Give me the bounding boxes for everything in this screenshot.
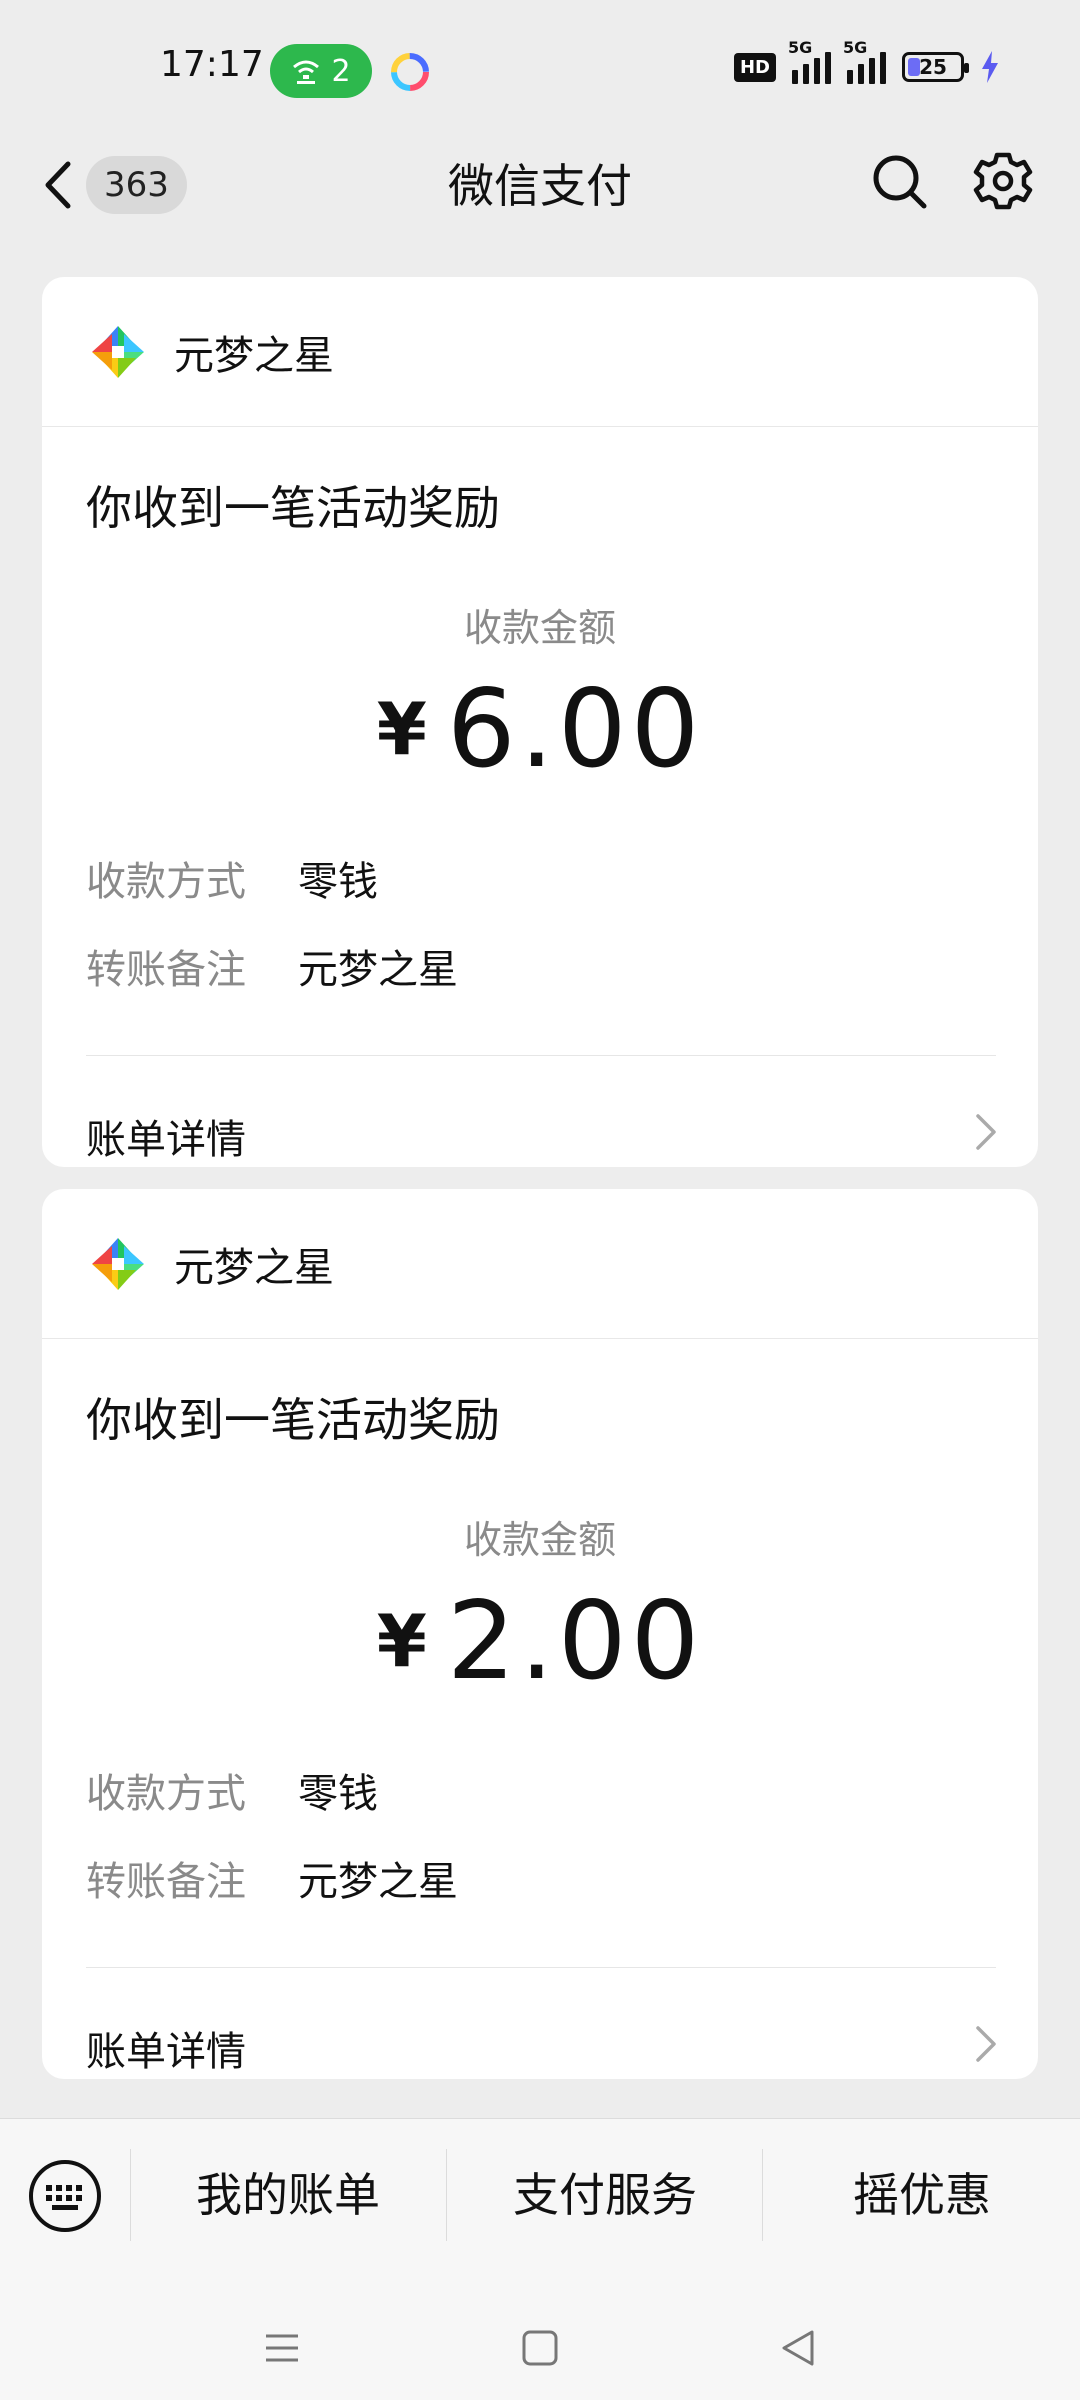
hd-badge: HD bbox=[733, 52, 776, 82]
menu-icon[interactable] bbox=[262, 2328, 302, 2368]
bottom-menu: 我的账单 支付服务 摇优惠 bbox=[0, 2118, 1080, 2278]
transfer-note-row: 转账备注 元梦之星 bbox=[86, 1849, 458, 1907]
payment-method-row: 收款方式 零钱 bbox=[86, 1761, 378, 1819]
payment-card[interactable]: 元梦之星 你收到一笔活动奖励 收款金额 ¥2.00 收款方式 零钱 转账备注 元梦之… bbox=[42, 1189, 1038, 2079]
amount: ¥6.00 bbox=[42, 667, 1038, 792]
battery-level: 25 bbox=[919, 55, 947, 79]
home-icon[interactable] bbox=[520, 2328, 560, 2368]
back-icon[interactable] bbox=[778, 2328, 818, 2368]
card-header: 元梦之星 bbox=[42, 277, 1038, 427]
charging-icon bbox=[982, 51, 998, 83]
status-right-group: HD 5G 5G 25 bbox=[733, 38, 1000, 84]
card-header: 元梦之星 bbox=[42, 1189, 1038, 1339]
amount-value: 2.00 bbox=[446, 1579, 704, 1704]
wifi-icon bbox=[293, 60, 320, 84]
payment-card[interactable]: 元梦之星 你收到一笔活动奖励 收款金额 ¥6.00 收款方式 零钱 转账备注 元梦之… bbox=[42, 277, 1038, 1167]
note-value: 元梦之星 bbox=[298, 947, 458, 993]
amount-value: 6.00 bbox=[446, 667, 704, 792]
note-value: 元梦之星 bbox=[298, 1859, 458, 1905]
amount-label: 收款金额 bbox=[463, 1518, 616, 1562]
gear-icon[interactable] bbox=[970, 148, 1036, 214]
note-label: 转账备注 bbox=[86, 947, 246, 993]
merchant-name: 元梦之星 bbox=[174, 332, 334, 379]
signal-icon: 5G bbox=[843, 38, 886, 84]
wifi-count: 2 bbox=[331, 53, 351, 89]
transfer-note-row: 转账备注 元梦之星 bbox=[86, 937, 458, 995]
method-label: 收款方式 bbox=[86, 1771, 246, 1817]
card-title: 你收到一笔活动奖励 bbox=[86, 1393, 500, 1447]
method-label: 收款方式 bbox=[86, 859, 246, 905]
search-icon[interactable] bbox=[868, 150, 932, 214]
chevron-right-icon[interactable] bbox=[974, 1112, 998, 1152]
nav-bar: 363 微信支付 bbox=[0, 130, 1080, 245]
signal-tag: 5G bbox=[788, 38, 813, 57]
method-value: 零钱 bbox=[298, 859, 378, 905]
signal-tag: 5G bbox=[843, 38, 868, 57]
status-bar: 17:17 2 HD 5G 5G 25 bbox=[0, 0, 1080, 130]
merchant-name: 元梦之星 bbox=[174, 1244, 334, 1291]
system-nav-bar bbox=[0, 2278, 1080, 2400]
card-title: 你收到一笔活动奖励 bbox=[86, 481, 500, 535]
merchant-logo-icon bbox=[92, 325, 144, 378]
currency-symbol: ¥ bbox=[376, 1599, 427, 1683]
app-notification-icon bbox=[391, 53, 429, 91]
payment-method-row: 收款方式 零钱 bbox=[86, 849, 378, 907]
note-label: 转账备注 bbox=[86, 1859, 246, 1905]
wifi-hotspot-pill[interactable]: 2 bbox=[270, 44, 372, 98]
menu-separator bbox=[446, 2149, 447, 2241]
signal-icon: 5G bbox=[788, 38, 831, 84]
chevron-right-icon[interactable] bbox=[974, 2024, 998, 2064]
card-divider bbox=[86, 1055, 996, 1056]
menu-separator bbox=[762, 2149, 763, 2241]
status-time: 17:17 bbox=[160, 44, 264, 85]
method-value: 零钱 bbox=[298, 1771, 378, 1817]
card-divider bbox=[86, 1967, 996, 1968]
menu-shake-deals[interactable]: 摇优惠 bbox=[772, 2159, 1072, 2225]
menu-my-bills[interactable]: 我的账单 bbox=[138, 2159, 438, 2225]
amount: ¥2.00 bbox=[42, 1579, 1038, 1704]
bill-details-link[interactable]: 账单详情 bbox=[86, 2019, 246, 2077]
currency-symbol: ¥ bbox=[376, 687, 427, 771]
menu-separator bbox=[130, 2149, 131, 2241]
keyboard-icon[interactable] bbox=[28, 2159, 102, 2233]
menu-payment-services[interactable]: 支付服务 bbox=[455, 2159, 755, 2225]
battery-icon: 25 bbox=[902, 52, 969, 82]
bill-details-link[interactable]: 账单详情 bbox=[86, 1107, 246, 1165]
merchant-logo-icon bbox=[92, 1237, 144, 1290]
amount-label: 收款金额 bbox=[463, 606, 616, 650]
